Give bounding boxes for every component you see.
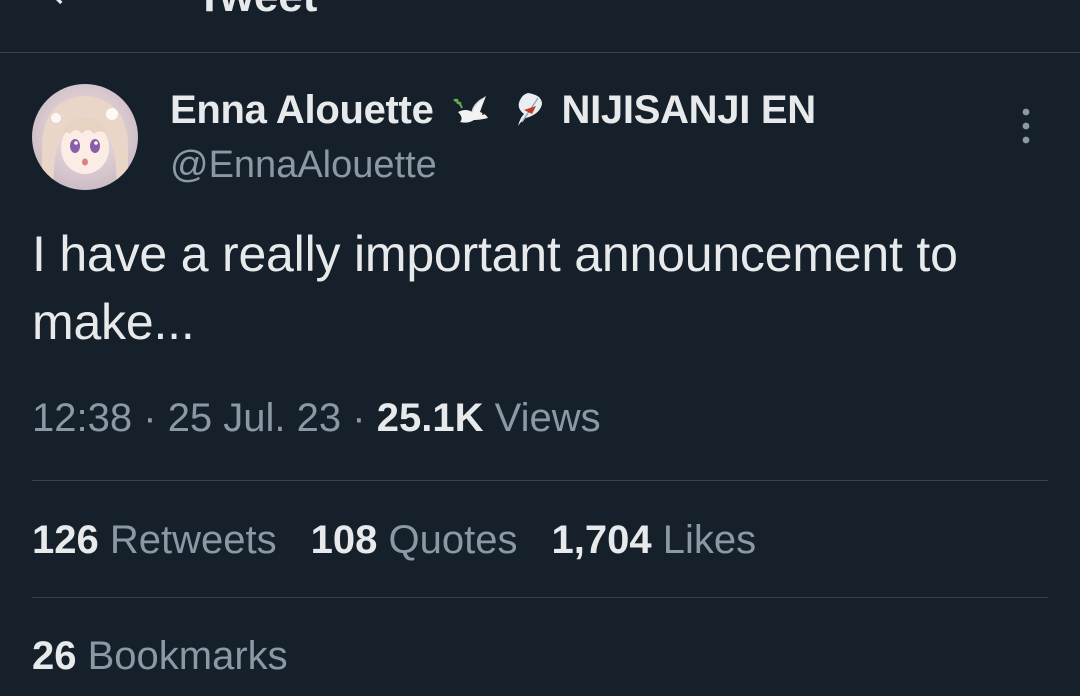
dove-icon bbox=[453, 96, 488, 123]
author-handle[interactable]: @EnnaAlouette bbox=[170, 144, 437, 187]
author-name-row[interactable]: Enna Alouette NIJISANJI EN bbox=[170, 86, 816, 134]
tweet-meta: 12:38 · 25 Jul. 23 · 25.1K Views bbox=[32, 396, 601, 441]
retweets-count: 126 bbox=[32, 518, 99, 562]
divider bbox=[32, 480, 1048, 481]
avatar-image bbox=[32, 84, 138, 190]
feather-quill-icon bbox=[517, 93, 542, 126]
engagement-stats: 126 Retweets 108 Quotes 1,704 Likes bbox=[32, 518, 790, 563]
bookmarks-count: 26 bbox=[32, 634, 77, 678]
views-label: Views bbox=[494, 396, 601, 440]
likes-label: Likes bbox=[662, 518, 757, 562]
tweet-text: I have a really important announcement t… bbox=[32, 226, 958, 350]
back-arrow-icon[interactable] bbox=[40, 0, 80, 10]
top-bar: Tweet bbox=[0, 0, 1080, 53]
quotes-label: Quotes bbox=[388, 518, 518, 562]
views-count: 25.1K bbox=[376, 396, 484, 440]
likes-stat[interactable]: 1,704 Likes bbox=[551, 518, 756, 563]
likes-count: 1,704 bbox=[551, 518, 652, 562]
bookmarks-label: Bookmarks bbox=[87, 634, 288, 678]
more-options-icon[interactable] bbox=[1010, 106, 1042, 146]
separator: · bbox=[143, 396, 157, 440]
author-name[interactable]: Enna Alouette bbox=[170, 88, 434, 133]
affiliation-label[interactable]: NIJISANJI EN bbox=[562, 88, 817, 133]
quotes-stat[interactable]: 108 Quotes bbox=[311, 518, 518, 563]
avatar[interactable] bbox=[32, 84, 138, 190]
retweets-label: Retweets bbox=[109, 518, 277, 562]
tweet-date[interactable]: 25 Jul. 23 bbox=[168, 396, 341, 440]
quotes-count: 108 bbox=[310, 518, 378, 562]
divider bbox=[32, 597, 1048, 598]
page-title: Tweet bbox=[196, 0, 317, 22]
tweet-time[interactable]: 12:38 bbox=[32, 396, 132, 440]
separator: · bbox=[352, 396, 366, 440]
bookmarks-stat[interactable]: 26 Bookmarks bbox=[32, 634, 288, 679]
retweets-stat[interactable]: 126 Retweets bbox=[32, 518, 277, 563]
